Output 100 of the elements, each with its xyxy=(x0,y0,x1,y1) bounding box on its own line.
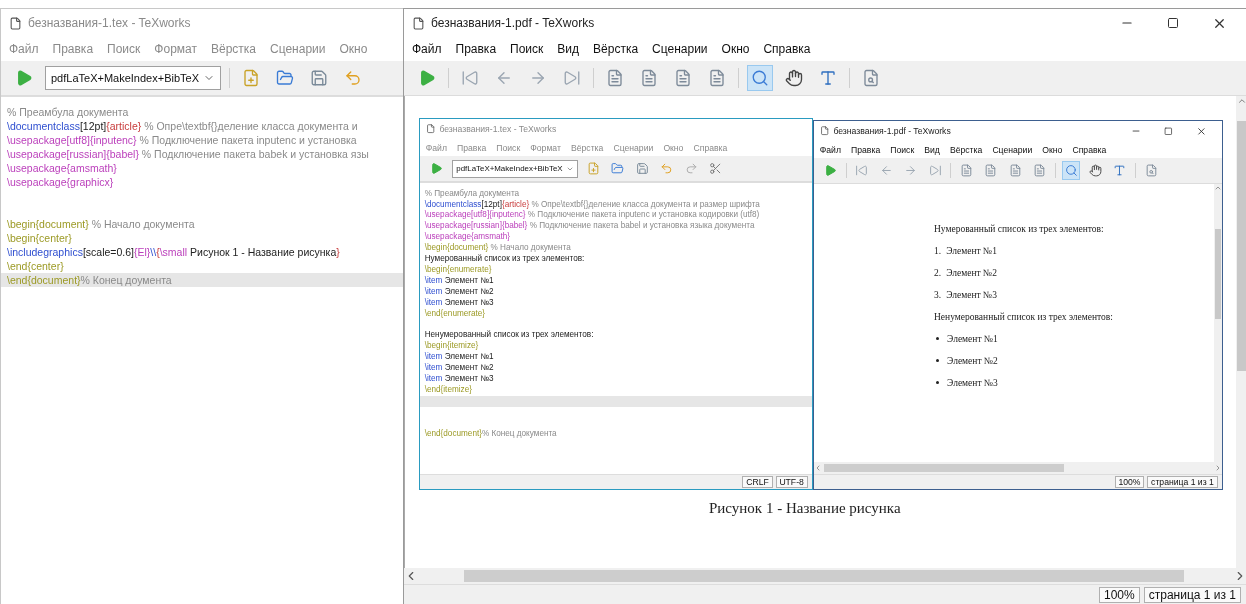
menu-item[interactable]: Файл xyxy=(425,142,447,153)
page-icon[interactable] xyxy=(1033,164,1047,178)
code-line: \end{document}% Конец документа xyxy=(423,428,558,440)
menu-item[interactable]: Вёрстка xyxy=(570,142,604,153)
code-line: \end{enumerate} xyxy=(423,308,487,320)
app-icon xyxy=(412,16,425,30)
menu-item[interactable]: Файл xyxy=(819,144,841,155)
redo-icon[interactable] xyxy=(684,162,698,176)
menu-item[interactable]: Правка xyxy=(851,144,881,155)
folder-icon[interactable] xyxy=(611,162,625,176)
code-line: \begin{document} % Начало документа xyxy=(6,217,196,231)
scrollbar[interactable] xyxy=(1214,183,1222,463)
menu-item[interactable]: Окно xyxy=(663,142,684,153)
play-icon[interactable] xyxy=(824,164,837,178)
page-icon[interactable] xyxy=(1008,164,1022,178)
code-line: \item Элемент №2 xyxy=(423,363,495,374)
menu-item[interactable]: Сценарии xyxy=(992,144,1033,155)
scrollbar[interactable] xyxy=(404,568,1246,584)
scissors-icon[interactable] xyxy=(709,162,722,176)
code-line: % Преамбула документа xyxy=(6,105,130,119)
skip-forward-icon[interactable] xyxy=(563,69,581,87)
menu-item[interactable]: Сценарии xyxy=(270,42,326,56)
menu-item[interactable]: Сценарии xyxy=(652,42,708,56)
menu-item[interactable]: Правка xyxy=(457,142,487,153)
menu-item[interactable]: Формат xyxy=(154,42,197,56)
menu-item[interactable]: Справка xyxy=(763,42,811,56)
code-line: \usepackage[russian]{babel} % Подключение пакета babel и установка языка документа xyxy=(423,221,756,232)
menu-item[interactable]: Вид xyxy=(557,42,580,56)
code-line: \begin{itemize} xyxy=(423,341,480,352)
skip-back-icon[interactable] xyxy=(855,164,869,178)
zoom-level: 100% xyxy=(1114,475,1145,488)
list-number: 3. xyxy=(934,289,942,300)
menu-item[interactable]: Поиск xyxy=(496,142,521,153)
arrow-left-icon[interactable] xyxy=(879,164,893,178)
page-icon[interactable] xyxy=(708,69,726,87)
menu-item[interactable]: Вёрстка xyxy=(210,42,256,56)
menu-item[interactable]: Поиск xyxy=(107,42,141,56)
text-tool-icon[interactable] xyxy=(1113,164,1127,178)
bullet-icon xyxy=(936,381,939,385)
menu-item[interactable]: Файл xyxy=(412,42,442,56)
scroll-right-icon[interactable] xyxy=(1214,463,1222,472)
scroll-up-icon[interactable] xyxy=(1236,96,1246,106)
menu-item[interactable]: Сценарии xyxy=(613,142,654,153)
play-icon[interactable] xyxy=(430,162,443,176)
page-icon[interactable] xyxy=(959,164,973,178)
save-icon[interactable] xyxy=(310,69,328,87)
app-icon xyxy=(9,16,22,30)
menu-item[interactable]: Правка xyxy=(455,42,497,56)
page-icon[interactable] xyxy=(674,69,692,87)
menu-item[interactable]: Справка xyxy=(1072,144,1107,155)
play-icon[interactable] xyxy=(15,69,33,87)
close-icon[interactable] xyxy=(1196,125,1208,137)
page-search-icon[interactable] xyxy=(1144,164,1158,178)
undo-icon[interactable] xyxy=(344,69,362,87)
menu-item[interactable]: Поиск xyxy=(890,144,915,155)
folder-icon[interactable] xyxy=(276,69,294,87)
scroll-left-icon[interactable] xyxy=(814,463,822,472)
menu-item[interactable]: Окно xyxy=(339,42,368,56)
page-search-icon[interactable] xyxy=(862,69,880,87)
status-field: UTF-8 xyxy=(775,475,808,488)
code-line: \usepackage[utf8]{inputenc} % Подключение пакета inputenc и установка кодировки (utf8) xyxy=(423,210,761,221)
menu-item[interactable]: Правка xyxy=(52,42,94,56)
page-icon[interactable] xyxy=(606,69,624,87)
menu-item[interactable]: Вёрстка xyxy=(593,42,639,56)
menu-item[interactable]: Формат xyxy=(530,142,561,153)
engine-dropdown[interactable]: pdfLaTeX+MakeIndex+BibTeX xyxy=(45,66,221,90)
code-line: \usepackage[utf8]{inputenc} % Подключение пакета inputenc и установка xyxy=(6,133,358,147)
scrollbar[interactable] xyxy=(1236,96,1246,568)
hand-icon[interactable] xyxy=(785,69,803,87)
bullet-icon xyxy=(936,337,939,341)
skip-forward-icon[interactable] xyxy=(928,164,942,178)
code-line: Ненумерованный список из трех элементов: xyxy=(423,330,595,341)
menu-item[interactable]: Поиск xyxy=(510,42,544,56)
menu-item[interactable]: Окно xyxy=(1042,144,1063,155)
scrollbar[interactable] xyxy=(814,462,1222,474)
page-indicator: страница 1 из 1 xyxy=(1143,587,1241,603)
list-number: 1. xyxy=(934,245,942,256)
play-icon[interactable] xyxy=(418,69,436,87)
page-icon[interactable] xyxy=(984,164,998,178)
undo-icon[interactable] xyxy=(660,162,674,176)
text-tool-icon[interactable] xyxy=(819,69,837,87)
arrow-right-icon[interactable] xyxy=(904,164,918,178)
maximize-icon[interactable] xyxy=(1167,17,1179,29)
arrow-right-icon[interactable] xyxy=(529,69,547,87)
menu-item[interactable]: Вёрстка xyxy=(949,144,983,155)
menu-item[interactable]: Файл xyxy=(9,42,39,56)
new-file-icon[interactable] xyxy=(586,162,600,176)
new-file-icon[interactable] xyxy=(242,69,260,87)
code-line: \usepackage{amsmath} xyxy=(6,161,118,175)
page-icon[interactable] xyxy=(640,69,658,87)
skip-back-icon[interactable] xyxy=(461,69,479,87)
bullet-icon xyxy=(936,359,939,363)
menu-item[interactable]: Окно xyxy=(721,42,750,56)
menu-item[interactable]: Вид xyxy=(924,144,940,155)
figure-caption: Рисунок 1 - Название рисунка xyxy=(709,500,901,517)
code-line: \item Элемент №2 xyxy=(423,286,495,298)
menu-item[interactable]: Справка xyxy=(693,142,728,153)
hand-icon[interactable] xyxy=(1089,164,1102,178)
save-icon[interactable] xyxy=(635,162,649,176)
list-item: Элемент №1 xyxy=(947,333,998,344)
